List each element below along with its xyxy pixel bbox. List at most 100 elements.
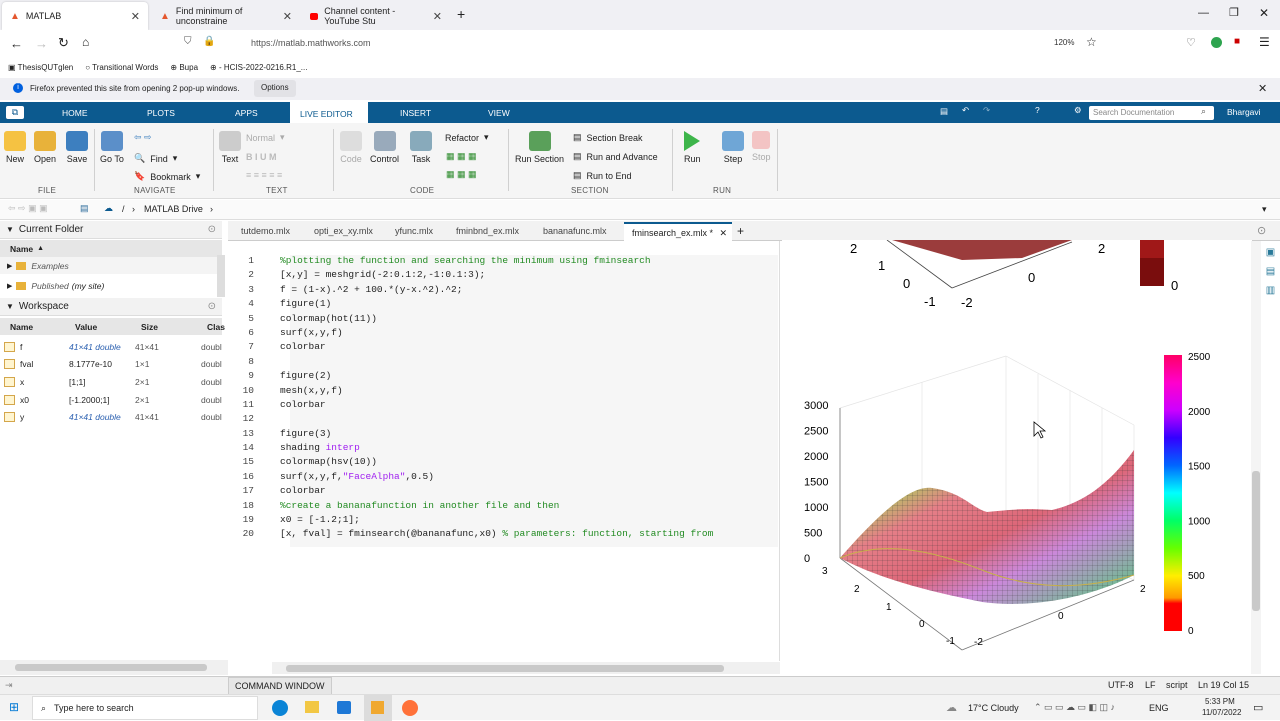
- column-class[interactable]: Clas: [207, 322, 225, 332]
- browser-tab-matlab[interactable]: ▲ MATLAB ✕: [2, 2, 148, 30]
- stop-button[interactable]: Stop: [752, 131, 771, 162]
- code-lines[interactable]: 1 %plotting the function and searching th…: [236, 255, 776, 543]
- tab-plots[interactable]: PLOTS: [137, 102, 185, 123]
- tab-home[interactable]: HOME: [52, 102, 98, 123]
- pocket-icon[interactable]: ♡: [1186, 36, 1196, 49]
- code-line[interactable]: 13 figure(3): [236, 428, 776, 442]
- user-menu[interactable]: Bhargavi: [1227, 107, 1261, 117]
- close-tab-icon[interactable]: ✕: [131, 10, 140, 23]
- collapse-icon[interactable]: ▼: [6, 225, 14, 234]
- format-buttons[interactable]: B I U M: [246, 152, 277, 162]
- editor-h-scrollbar[interactable]: [272, 662, 780, 674]
- new-button[interactable]: New: [4, 131, 26, 164]
- editor-tab[interactable]: fminsearch_ex.mlx * ✕: [624, 222, 732, 241]
- zoom-app-icon[interactable]: [337, 701, 351, 714]
- refactor-button[interactable]: Refactor ▾: [445, 132, 489, 143]
- editor-tab[interactable]: yfunc.mlx: [387, 222, 445, 241]
- code-line[interactable]: 3 f = (1-x).^2 + 100.*(y-x.^2).^2;: [236, 284, 776, 298]
- path-root[interactable]: /: [122, 204, 125, 214]
- code-line[interactable]: 12: [236, 413, 776, 427]
- editor-tab[interactable]: fminbnd_ex.mlx: [448, 222, 532, 241]
- control-button[interactable]: Control: [370, 131, 399, 164]
- search-documentation-input[interactable]: Search Documentation: [1089, 106, 1214, 120]
- zoom-level[interactable]: 120%: [1054, 38, 1074, 47]
- url-field[interactable]: https://matlab.mathworks.com: [251, 38, 371, 48]
- close-notification-icon[interactable]: ✕: [1258, 82, 1267, 95]
- star-icon[interactable]: ☆: [1086, 35, 1097, 49]
- shield-icon[interactable]: ⛉: [184, 36, 192, 47]
- command-window-tab[interactable]: COMMAND WINDOW: [228, 677, 332, 695]
- code-line[interactable]: 19 x0 = [-1.2;1];: [236, 514, 776, 528]
- file-explorer-icon[interactable]: [305, 701, 319, 713]
- scroll-thumb[interactable]: [1252, 471, 1260, 611]
- windows-start-icon[interactable]: ⊞: [9, 700, 19, 714]
- clock-time[interactable]: 5:33 PM: [1205, 697, 1235, 706]
- expand-command-icon[interactable]: ⇥: [5, 680, 13, 691]
- browse-icon[interactable]: ▤: [80, 203, 89, 214]
- text-button[interactable]: Text: [219, 131, 241, 164]
- save-button[interactable]: Save: [66, 131, 88, 164]
- workspace-row[interactable]: f 41×41 double 41×41 double: [0, 338, 222, 355]
- browser-tab-docs[interactable]: ▲ Find minimum of unconstraine ✕: [152, 2, 300, 30]
- nav-icons[interactable]: ⇦ ⇨ ▣ ▣: [8, 203, 48, 214]
- settings-icon[interactable]: ⚙: [1074, 105, 1082, 116]
- current-folder-header[interactable]: ▼ Current Folder ⊙: [0, 221, 222, 239]
- list-align-buttons[interactable]: ≡ ≡ ≡ ≡ ≡: [246, 170, 282, 180]
- redo-icon[interactable]: ↷: [983, 105, 990, 116]
- taskbar-search[interactable]: ⌕ Type here to search: [32, 696, 258, 720]
- style-dropdown[interactable]: Normal ▾: [246, 132, 285, 143]
- column-size[interactable]: Size: [141, 322, 158, 332]
- workspace-row[interactable]: x0 [-1.2000;1] 2×1 double: [0, 391, 222, 408]
- lock-icon[interactable]: 🔒: [203, 36, 215, 47]
- tray-icons[interactable]: ⌃ ▭ ▭ ☁ ▭ ◧ ◫ ♪: [1034, 702, 1115, 713]
- refactor-icons[interactable]: ▦ ▦ ▦: [446, 151, 477, 162]
- figure-scrollbar[interactable]: [1251, 241, 1261, 674]
- panel-menu-icon[interactable]: ⊙: [208, 224, 216, 235]
- section-break-button[interactable]: ▤ Section Break: [573, 132, 643, 143]
- home-icon[interactable]: ⌂: [82, 35, 89, 49]
- run-to-end-button[interactable]: ▤ Run to End: [573, 170, 632, 181]
- workspace-row[interactable]: x [1;1] 2×1 double: [0, 373, 222, 390]
- close-editor-tab-icon[interactable]: ✕: [717, 228, 728, 238]
- help-icon[interactable]: ?: [1035, 105, 1040, 115]
- bookmark-item[interactable]: ⊕ Bupa: [170, 63, 198, 72]
- code-line[interactable]: 4 figure(1): [236, 298, 776, 312]
- refactor-icons[interactable]: ▦ ▦ ▦: [446, 169, 477, 180]
- forward-icon[interactable]: →: [35, 36, 48, 51]
- code-line[interactable]: 16 surf(x,y,f,"FaceAlpha",0.5): [236, 471, 776, 485]
- close-tab-icon[interactable]: ✕: [433, 10, 442, 23]
- close-tab-icon[interactable]: ✕: [283, 10, 292, 23]
- panel-menu-icon[interactable]: ⊙: [208, 301, 216, 312]
- back-forward-icons[interactable]: ⇦ ⇨: [134, 132, 152, 143]
- step-button[interactable]: Step: [722, 131, 744, 164]
- run-button[interactable]: Run: [684, 131, 701, 164]
- save-quick-icon[interactable]: ▤: [940, 106, 948, 117]
- code-line[interactable]: 17 colorbar: [236, 485, 776, 499]
- back-icon[interactable]: ←: [10, 36, 23, 51]
- code-line[interactable]: 8: [236, 356, 776, 370]
- code-line[interactable]: 10 mesh(x,y,f): [236, 385, 776, 399]
- code-line[interactable]: 2 [x,y] = meshgrid(-2:0.1:2,-1:0.1:3);: [236, 269, 776, 283]
- code-line[interactable]: 9 figure(2): [236, 370, 776, 384]
- code-line[interactable]: 11 colorbar: [236, 399, 776, 413]
- bookmark-item[interactable]: ⊕ - HCIS-2022-0216.R1_...: [210, 63, 307, 72]
- column-value[interactable]: Value: [75, 322, 97, 332]
- restore-icon[interactable]: ❐: [1229, 6, 1239, 19]
- collapse-icon[interactable]: ▼: [6, 302, 14, 311]
- code-line[interactable]: 6 surf(x,y,f): [236, 327, 776, 341]
- editor-tab[interactable]: bananafunc.mlx: [535, 222, 621, 241]
- code-line[interactable]: 5 colormap(hot(11)): [236, 313, 776, 327]
- tab-apps[interactable]: APPS: [225, 102, 268, 123]
- code-line[interactable]: 7 colorbar: [236, 341, 776, 355]
- language-indicator[interactable]: ENG: [1149, 703, 1169, 713]
- workspace-scrollbar[interactable]: [0, 660, 228, 675]
- undo-icon[interactable]: ↶: [962, 105, 969, 116]
- workspace-row[interactable]: fval 8.1777e-10 1×1 double: [0, 356, 222, 373]
- close-window-icon[interactable]: ✕: [1259, 6, 1269, 20]
- figure-output[interactable]: 2 1 0 -1 -2 0 2 0 3000 2500 2000 1500 10…: [782, 239, 1252, 670]
- path-matlab-drive[interactable]: MATLAB Drive: [144, 204, 203, 214]
- clock-date[interactable]: 11/07/2022: [1202, 708, 1241, 717]
- menu-icon[interactable]: ☰: [1259, 35, 1270, 49]
- bookmark-item[interactable]: ▣ ThesisQUTglen: [8, 63, 73, 72]
- scroll-thumb[interactable]: [286, 665, 724, 672]
